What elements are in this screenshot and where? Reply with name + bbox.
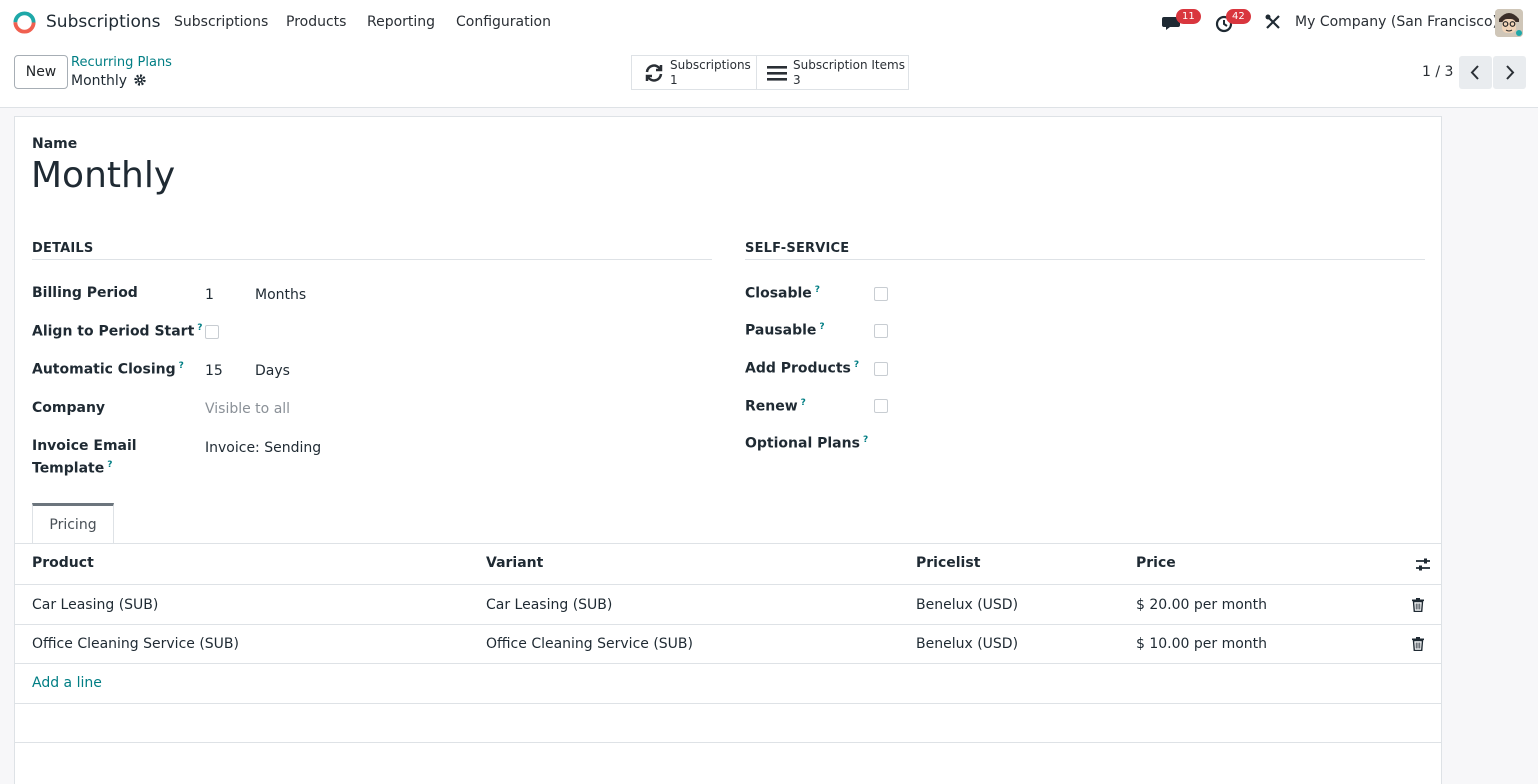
cell-price[interactable]: $ 20.00 per month: [1136, 597, 1267, 613]
column-header-variant[interactable]: Variant: [486, 555, 543, 571]
invoice-template-text: Template: [32, 460, 105, 477]
cell-variant[interactable]: Office Cleaning Service (SUB): [486, 636, 693, 652]
add-line-link[interactable]: Add a line: [32, 675, 102, 691]
automatic-closing-text: Automatic Closing: [32, 361, 176, 378]
top-navbar: Subscriptions Subscriptions Products Rep…: [0, 0, 1538, 45]
row-divider: [15, 742, 1441, 743]
help-icon[interactable]: ?: [197, 323, 202, 333]
menu-products[interactable]: Products: [286, 14, 346, 30]
cell-product[interactable]: Office Cleaning Service (SUB): [32, 636, 239, 652]
trash-icon[interactable]: [1412, 598, 1424, 612]
subscriptions-app-icon[interactable]: [12, 10, 37, 35]
breadcrumb-recurring-plans[interactable]: Recurring Plans: [71, 55, 172, 70]
optional-plans-text: Optional Plans: [745, 435, 860, 452]
cell-price[interactable]: $ 10.00 per month: [1136, 636, 1267, 652]
tools-icon[interactable]: [1264, 13, 1282, 31]
messages-badge: 11: [1176, 9, 1201, 24]
invoice-template-field[interactable]: Invoice: Sending: [205, 440, 321, 456]
smart-button-label: Subscriptions: [670, 58, 751, 72]
menu-reporting[interactable]: Reporting: [367, 14, 435, 30]
smart-button-label: Subscription Items: [793, 58, 905, 72]
renew-text: Renew: [745, 398, 798, 415]
smart-button-count: 3: [793, 73, 801, 87]
help-icon[interactable]: ?: [863, 435, 868, 445]
renew-checkbox[interactable]: [874, 399, 888, 413]
align-period-checkbox[interactable]: [205, 325, 219, 339]
menu-configuration[interactable]: Configuration: [456, 14, 551, 30]
breadcrumb-current: Monthly: [71, 73, 128, 89]
tab-divider: [15, 543, 1441, 544]
menu-subscriptions[interactable]: Subscriptions: [174, 14, 268, 30]
column-settings-icon[interactable]: [1415, 557, 1431, 572]
new-button[interactable]: New: [14, 55, 68, 89]
name-field[interactable]: Monthly: [31, 155, 175, 196]
billing-period-unit[interactable]: Months: [255, 287, 306, 303]
pager-previous-button[interactable]: [1459, 56, 1492, 89]
renew-label: Renew?: [745, 398, 806, 415]
pausable-label: Pausable?: [745, 322, 825, 339]
self-service-section-title: SELF-SERVICE: [745, 241, 850, 256]
refresh-icon: [645, 64, 663, 82]
tab-pricing[interactable]: Pricing: [32, 503, 114, 544]
pager-value[interactable]: 1 / 3: [1422, 64, 1453, 80]
help-icon[interactable]: ?: [815, 285, 820, 295]
row-divider: [15, 624, 1441, 625]
subscriptions-smart-button[interactable]: Subscriptions 1: [631, 55, 757, 90]
smart-button-count: 1: [670, 73, 678, 87]
billing-period-value[interactable]: 1: [205, 287, 214, 303]
name-label: Name: [32, 136, 78, 152]
automatic-closing-value[interactable]: 15: [205, 363, 223, 379]
align-period-label: Align to Period Start?: [32, 323, 203, 340]
details-section-title: DETAILS: [32, 241, 94, 256]
pausable-checkbox[interactable]: [874, 324, 888, 338]
pager-next-button[interactable]: [1493, 56, 1526, 89]
form-sheet: Name Monthly DETAILS Billing Period 1 Mo…: [14, 116, 1442, 784]
details-divider: [32, 259, 712, 260]
add-products-label: Add Products?: [745, 360, 859, 377]
automatic-closing-unit[interactable]: Days: [255, 363, 290, 379]
gear-icon[interactable]: [133, 73, 147, 87]
closable-checkbox[interactable]: [874, 287, 888, 301]
help-icon[interactable]: ?: [107, 460, 112, 470]
row-divider: [15, 703, 1441, 704]
cell-pricelist[interactable]: Benelux (USD): [916, 636, 1018, 652]
self-service-divider: [745, 259, 1425, 260]
closable-text: Closable: [745, 285, 812, 302]
subscription-items-smart-button[interactable]: Subscription Items 3: [756, 55, 909, 90]
chevron-left-icon: [1470, 65, 1479, 80]
align-period-text: Align to Period Start: [32, 323, 195, 340]
help-icon[interactable]: ?: [854, 360, 859, 370]
column-header-price[interactable]: Price: [1136, 555, 1176, 571]
invoice-template-label-line2: Template?: [32, 460, 112, 477]
cell-product[interactable]: Car Leasing (SUB): [32, 597, 158, 613]
control-panel: New Recurring Plans Monthly Subscription…: [0, 45, 1538, 108]
chevron-right-icon: [1506, 65, 1515, 80]
invoice-template-label-line1: Invoice Email: [32, 438, 137, 454]
cell-pricelist[interactable]: Benelux (USD): [916, 597, 1018, 613]
row-divider: [15, 663, 1441, 664]
help-icon[interactable]: ?: [819, 322, 824, 332]
company-label: Company: [32, 400, 106, 416]
billing-period-label: Billing Period: [32, 285, 138, 301]
optional-plans-label: Optional Plans?: [745, 435, 868, 452]
column-header-pricelist[interactable]: Pricelist: [916, 555, 980, 571]
list-icon: [767, 66, 787, 81]
company-switcher[interactable]: My Company (San Francisco): [1295, 14, 1498, 30]
activities-badge: 42: [1226, 9, 1251, 24]
help-icon[interactable]: ?: [801, 398, 806, 408]
closable-label: Closable?: [745, 285, 820, 302]
add-products-checkbox[interactable]: [874, 362, 888, 376]
column-header-product[interactable]: Product: [32, 555, 94, 571]
app-title[interactable]: Subscriptions: [46, 12, 160, 32]
automatic-closing-label: Automatic Closing?: [32, 361, 184, 378]
cell-variant[interactable]: Car Leasing (SUB): [486, 597, 612, 613]
company-field[interactable]: Visible to all: [205, 401, 290, 417]
header-divider: [15, 584, 1441, 585]
user-avatar[interactable]: [1495, 9, 1523, 37]
help-icon[interactable]: ?: [179, 361, 184, 371]
trash-icon[interactable]: [1412, 637, 1424, 651]
add-products-text: Add Products: [745, 360, 851, 377]
pausable-text: Pausable: [745, 322, 817, 339]
